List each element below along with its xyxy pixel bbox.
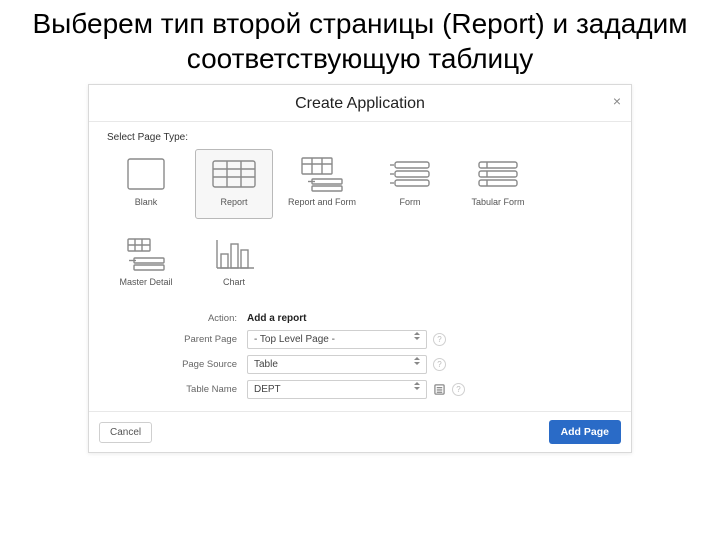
- help-icon[interactable]: ?: [452, 383, 465, 396]
- form-area: Action: Add a report Parent Page ? Page …: [167, 313, 613, 399]
- slide-title: Выберем тип второй страницы (Report) и з…: [0, 0, 720, 84]
- tile-label: Chart: [223, 278, 245, 288]
- add-page-button[interactable]: Add Page: [549, 420, 621, 444]
- close-icon[interactable]: ×: [613, 93, 621, 109]
- tile-blank[interactable]: Blank: [107, 149, 185, 219]
- action-label: Action:: [167, 313, 247, 324]
- action-value: Add a report: [247, 313, 306, 324]
- page-source-label: Page Source: [167, 359, 247, 370]
- table-name-label: Table Name: [167, 384, 247, 395]
- cancel-button[interactable]: Cancel: [99, 422, 152, 443]
- page-source-select[interactable]: [247, 355, 427, 374]
- dialog-header: Create Application ×: [89, 85, 631, 122]
- tile-form[interactable]: Form: [371, 149, 449, 219]
- page-type-tiles: Blank Report: [107, 149, 613, 299]
- tile-label: Blank: [135, 198, 158, 208]
- tile-label: Form: [400, 198, 421, 208]
- help-icon[interactable]: ?: [433, 333, 446, 346]
- parent-page-label: Parent Page: [167, 334, 247, 345]
- tile-label: Report: [220, 198, 247, 208]
- tile-master-detail[interactable]: Master Detail: [107, 229, 185, 299]
- dialog-footer: Cancel Add Page: [89, 411, 631, 452]
- tile-label: Tabular Form: [471, 198, 524, 208]
- parent-page-select[interactable]: [247, 330, 427, 349]
- select-page-type-label: Select Page Type:: [107, 132, 613, 143]
- tile-label: Master Detail: [119, 278, 172, 288]
- help-icon[interactable]: ?: [433, 358, 446, 371]
- dialog-body: Select Page Type: Blank Report: [89, 122, 631, 411]
- tile-tabular-form[interactable]: Tabular Form: [459, 149, 537, 219]
- list-popup-icon[interactable]: [433, 383, 446, 396]
- tile-label: Report and Form: [288, 198, 356, 208]
- tile-chart[interactable]: Chart: [195, 229, 273, 299]
- table-name-select[interactable]: [247, 380, 427, 399]
- tile-report[interactable]: Report: [195, 149, 273, 219]
- create-application-dialog: Create Application × Select Page Type: B…: [88, 84, 632, 453]
- tile-report-and-form[interactable]: Report and Form: [283, 149, 361, 219]
- dialog-title: Create Application: [89, 95, 631, 113]
